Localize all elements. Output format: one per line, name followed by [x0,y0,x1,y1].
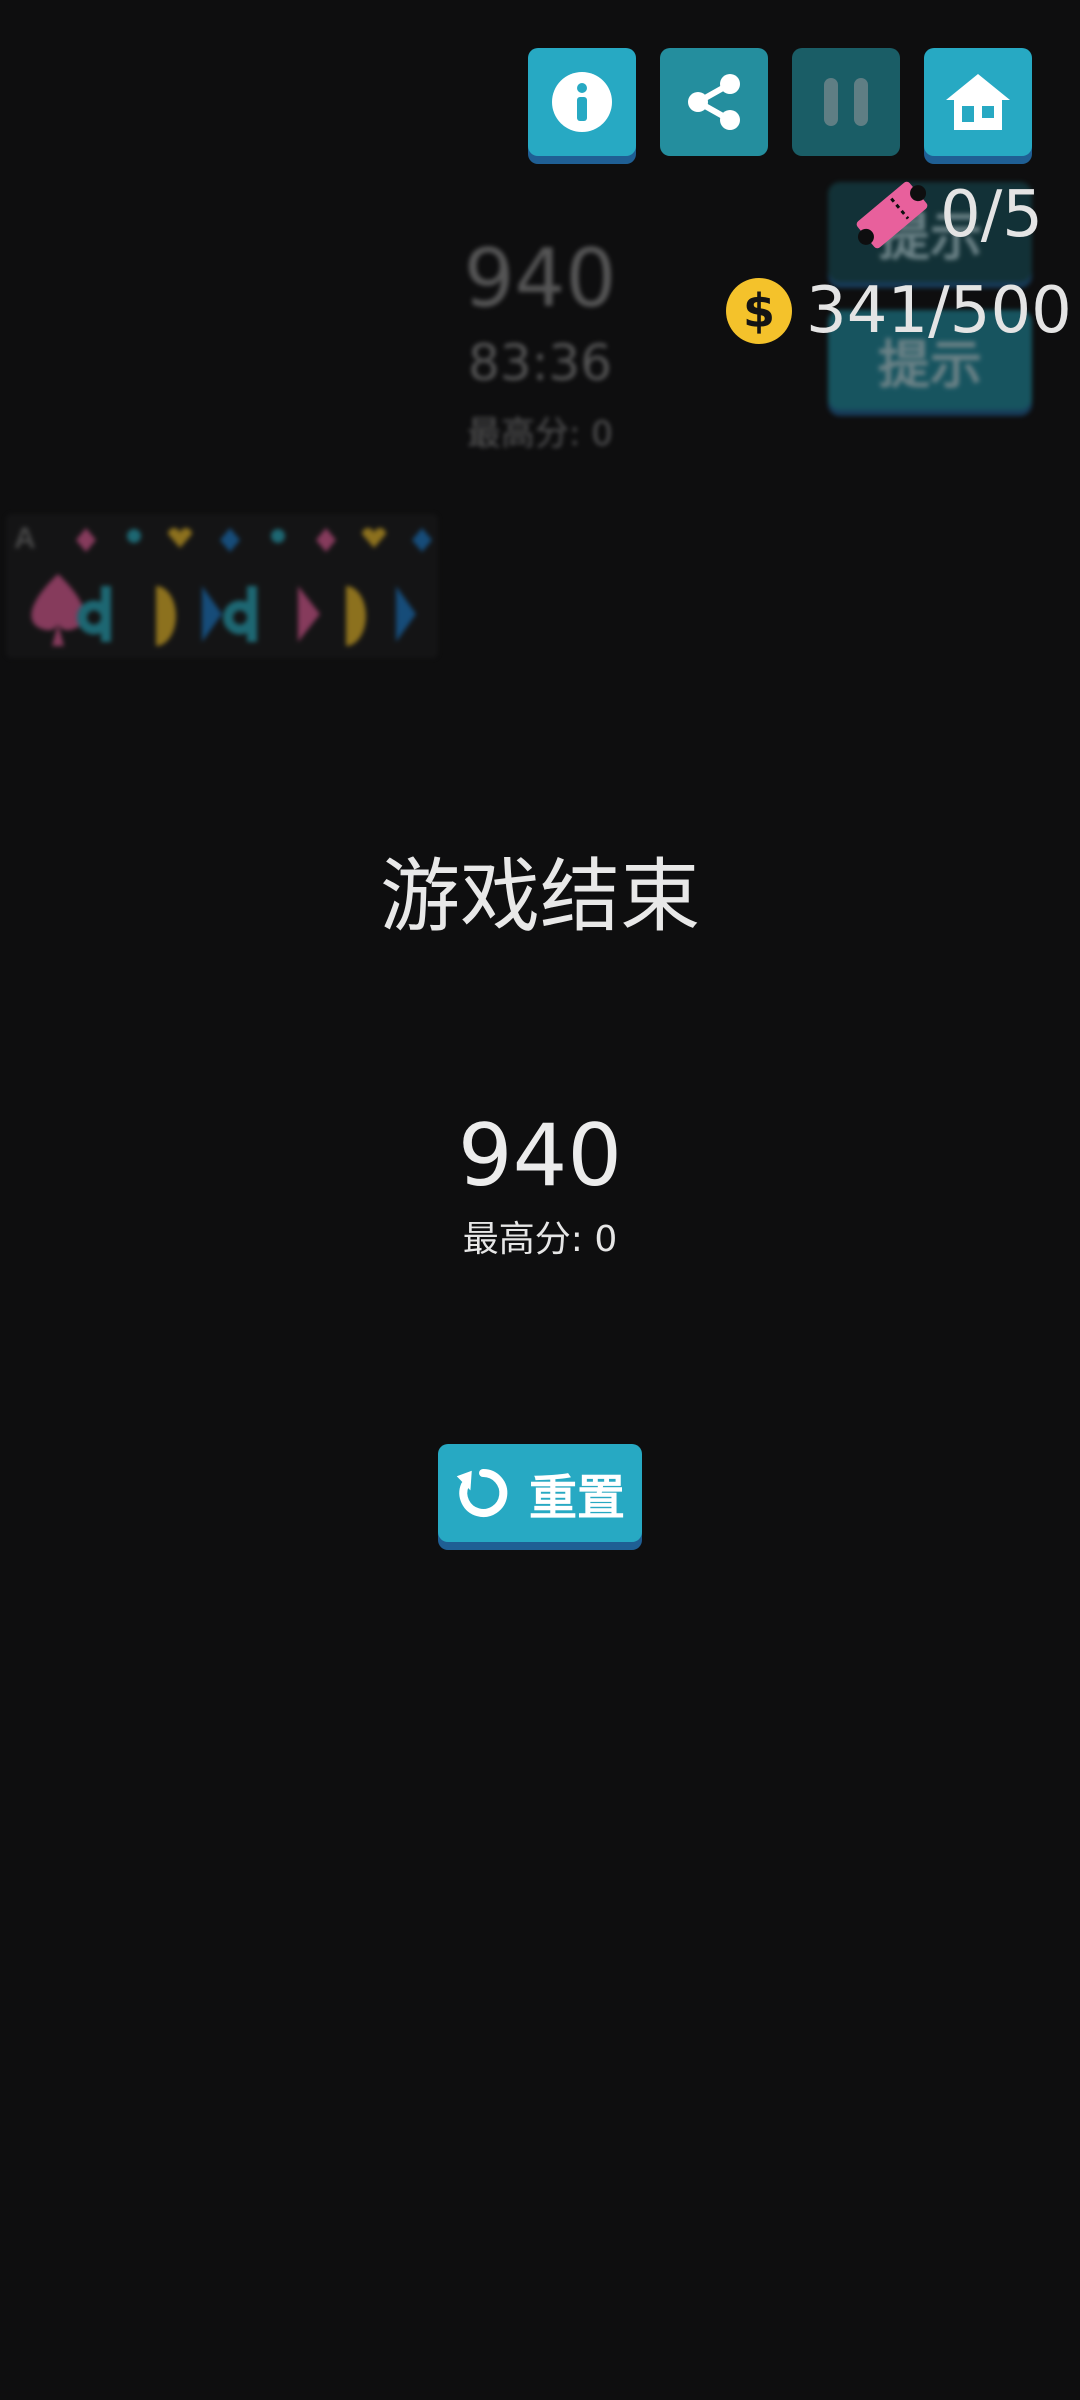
heart-half-icon [156,586,176,646]
coins-count: 341/500 [806,274,1072,348]
final-score: 940 [457,1106,623,1206]
heart-half-icon-2 [346,586,366,646]
tickets-count: 0/5 [940,178,1043,252]
ticket-icon [856,181,928,249]
card-rank: A [14,522,36,555]
club-half-icon [77,586,111,642]
diamond-small-icon-2 [316,528,336,552]
home-button[interactable] [924,48,1032,156]
game-over-title: 游戏结束 [380,850,700,943]
card-suits-strip: A [14,522,432,646]
info-icon [552,72,612,132]
spade-icon [31,574,85,646]
reset-icon [456,1468,508,1517]
diamond-half-icon [202,586,222,642]
coin-icon: $ [726,278,792,344]
diamond-pink-half-icon [298,586,320,642]
reset-button[interactable]: 重置 [438,1444,642,1542]
club-half-icon-2 [223,586,257,642]
diamond-small-icon [76,528,96,552]
best-score: 最高分: 0 [462,1219,618,1260]
home-icon [946,74,1010,130]
pause-button[interactable] [792,48,900,156]
background-best-score: 最高分: 0 [467,414,613,454]
heart-small-icon-2 [362,528,386,548]
diamond-blue-small-icon-2 [412,528,432,552]
share-icon [688,74,740,130]
club-small-icon [127,529,141,543]
pause-icon [792,48,900,156]
diamond-blue-small-icon [220,528,240,552]
share-button[interactable] [660,48,768,156]
coin-symbol: $ [742,284,775,338]
reset-label: 重置 [528,1470,625,1526]
info-button[interactable] [528,48,636,156]
background-score: 940 [463,232,617,325]
heart-small-icon [168,528,192,548]
club-small-icon-2 [271,529,285,543]
background-card-strip: A [6,514,438,658]
diamond-half-icon-2 [396,586,416,642]
background-timer: 83:36 [467,334,613,392]
